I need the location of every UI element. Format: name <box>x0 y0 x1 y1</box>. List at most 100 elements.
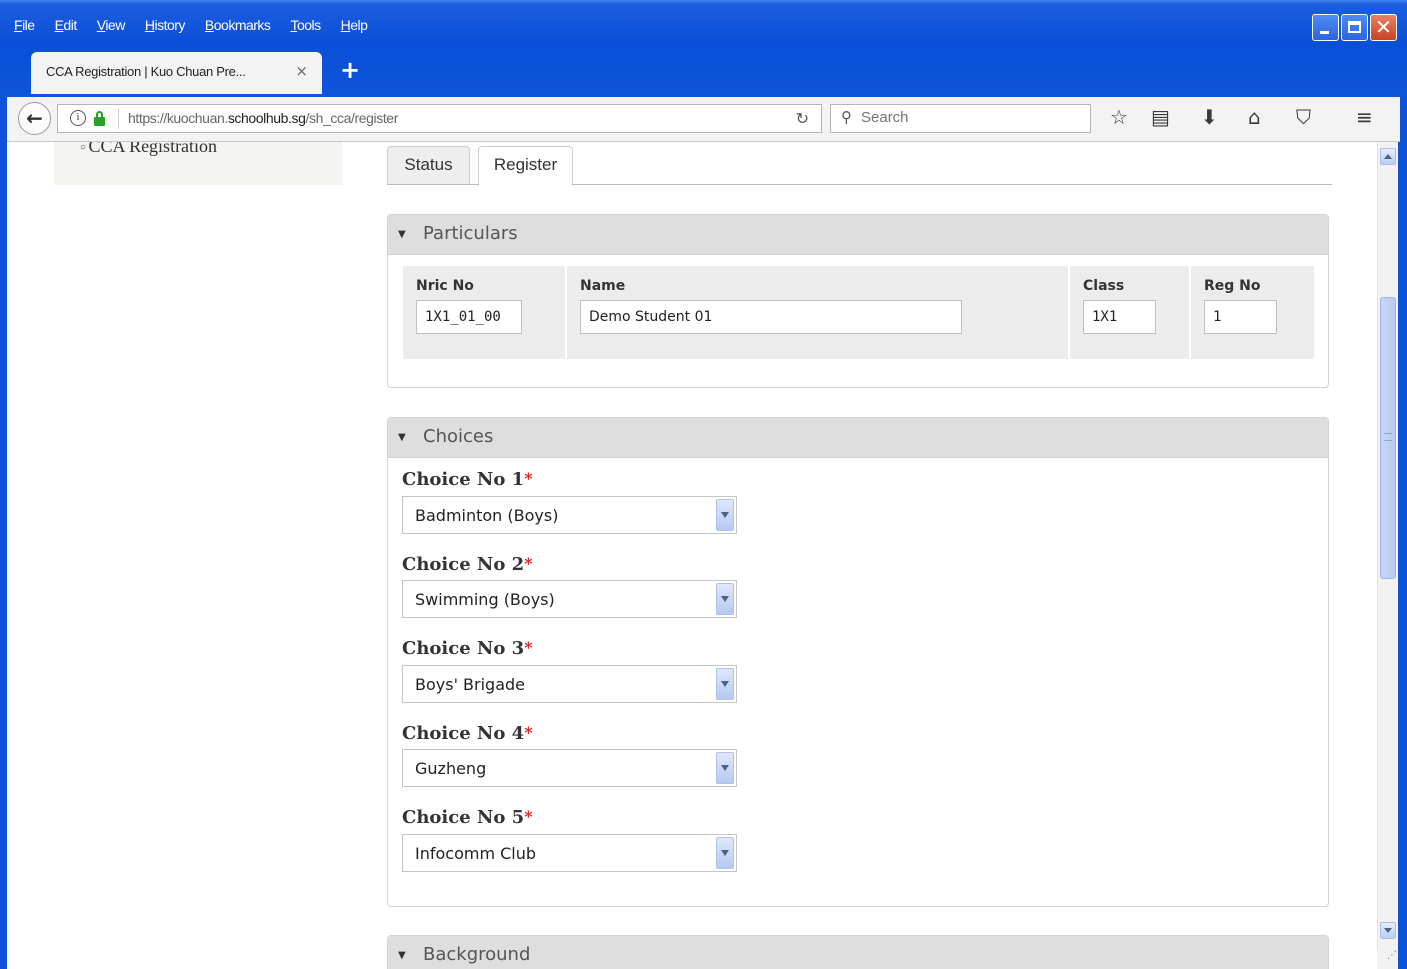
window-frame-left <box>0 97 7 969</box>
tab-close-icon[interactable]: × <box>295 62 308 80</box>
class-cell: Class <box>1070 266 1189 359</box>
maximize-icon <box>1348 21 1361 33</box>
lock-icon[interactable] <box>94 111 105 126</box>
browser-tab-active[interactable]: CCA Registration | Kuo Chuan Pre... × <box>31 52 322 94</box>
required-mark: * <box>524 638 533 657</box>
tab-status[interactable]: Status <box>387 146 470 184</box>
name-field[interactable] <box>580 300 962 334</box>
close-icon: ✕ <box>1375 15 1392 39</box>
choice-4-value: Guzheng <box>415 759 487 778</box>
scroll-down-icon[interactable] <box>1380 922 1396 939</box>
window-frame-right <box>1397 97 1407 969</box>
search-bar[interactable]: ⚲ <box>830 104 1091 133</box>
navigation-toolbar: ← i https://kuochuan.schoolhub.sg/sh_cca… <box>7 97 1400 142</box>
chevron-down-icon[interactable] <box>716 583 734 615</box>
bookmark-star-icon[interactable]: ☆ <box>1110 106 1128 128</box>
class-label: Class <box>1083 278 1125 294</box>
hamburger-menu-icon[interactable]: ≡ <box>1356 106 1373 128</box>
class-field[interactable] <box>1083 300 1156 334</box>
minimize-button[interactable] <box>1312 14 1339 41</box>
background-title: Background <box>423 944 531 965</box>
chevron-down-icon[interactable] <box>716 837 734 869</box>
menu-bar: File Edit View History Bookmarks Tools H… <box>14 14 387 36</box>
tab-title: CCA Registration | Kuo Chuan Pre... <box>46 64 246 79</box>
required-mark: * <box>524 469 533 488</box>
choice-2-value: Swimming (Boys) <box>415 590 555 609</box>
chevron-down-icon[interactable] <box>716 752 734 784</box>
resize-grip-icon[interactable]: ⋰ <box>1377 950 1397 969</box>
menu-edit[interactable]: Edit <box>55 14 78 36</box>
minimize-icon <box>1320 31 1329 34</box>
back-arrow-icon[interactable]: ← <box>18 102 51 135</box>
required-mark: * <box>524 807 533 826</box>
page-tabs: Status Register <box>387 146 1332 186</box>
search-icon: ⚲ <box>841 108 852 126</box>
required-mark: * <box>524 723 533 742</box>
nric-cell: Nric No <box>403 266 565 359</box>
name-cell: Name <box>567 266 1068 359</box>
background-panel: ▼ Background <box>387 935 1329 969</box>
choice-2-label: Choice No 2* <box>402 554 533 575</box>
menu-view[interactable]: View <box>97 14 126 36</box>
choice-4-select[interactable]: Guzheng <box>402 749 737 787</box>
choice-5-value: Infocomm Club <box>415 844 537 863</box>
nric-field[interactable] <box>416 300 522 334</box>
sidebar: CCA Registration <box>54 142 342 185</box>
choice-5-label: Choice No 5* <box>402 807 533 828</box>
home-icon[interactable]: ⌂ <box>1248 106 1261 128</box>
choice-4-label: Choice No 4* <box>402 723 533 744</box>
collapse-arrow-icon[interactable]: ▼ <box>398 428 406 448</box>
choice-1-value: Badminton (Boys) <box>415 506 559 525</box>
particulars-header[interactable]: ▼ Particulars <box>388 215 1328 255</box>
sidebar-item-cca-registration[interactable]: CCA Registration <box>80 142 218 157</box>
reload-icon[interactable]: ↻ <box>796 109 809 128</box>
url-text[interactable]: https://kuochuan.schoolhub.sg/sh_cca/reg… <box>128 110 398 126</box>
new-tab-button[interactable]: + <box>340 58 360 82</box>
vertical-scrollbar[interactable] <box>1377 142 1398 969</box>
choice-3-value: Boys' Brigade <box>415 675 526 694</box>
menu-bookmarks[interactable]: Bookmarks <box>205 14 271 36</box>
menu-file[interactable]: File <box>14 14 35 36</box>
regno-label: Reg No <box>1204 278 1261 294</box>
window-titlebar: File Edit View History Bookmarks Tools H… <box>0 0 1407 98</box>
menu-history[interactable]: History <box>145 14 186 36</box>
collapse-arrow-icon[interactable]: ▼ <box>398 946 406 966</box>
choice-3-label: Choice No 3* <box>402 638 533 659</box>
choices-title: Choices <box>423 426 494 447</box>
name-label: Name <box>580 278 626 294</box>
regno-field[interactable] <box>1204 300 1277 334</box>
tab-register[interactable]: Register <box>478 146 573 186</box>
scrollbar-thumb[interactable] <box>1380 297 1396 579</box>
chevron-down-icon[interactable] <box>716 668 734 700</box>
particulars-title: Particulars <box>423 223 518 244</box>
choices-panel: ▼ Choices Choice No 1* Badminton (Boys) … <box>387 417 1329 907</box>
required-mark: * <box>524 554 533 573</box>
background-header[interactable]: ▼ Background <box>388 936 1328 969</box>
reading-list-icon[interactable]: ▤ <box>1151 106 1170 128</box>
search-input[interactable] <box>861 109 1081 126</box>
url-separator <box>118 109 119 129</box>
choice-1-select[interactable]: Badminton (Boys) <box>402 496 737 534</box>
collapse-arrow-icon[interactable]: ▼ <box>398 225 406 245</box>
chevron-down-icon[interactable] <box>716 499 734 531</box>
pocket-icon[interactable]: ⛉ <box>1296 106 1311 128</box>
close-window-button[interactable]: ✕ <box>1370 14 1397 41</box>
nric-label: Nric No <box>416 278 474 294</box>
choice-5-select[interactable]: Infocomm Club <box>402 834 737 872</box>
particulars-row: Nric No Name Class Reg No <box>403 266 1314 359</box>
menu-tools[interactable]: Tools <box>290 14 321 36</box>
url-bar[interactable]: i https://kuochuan.schoolhub.sg/sh_cca/r… <box>57 104 822 133</box>
scroll-grip-icon <box>1384 433 1392 441</box>
choice-3-select[interactable]: Boys' Brigade <box>402 665 737 703</box>
maximize-button[interactable] <box>1341 14 1368 41</box>
download-icon[interactable]: ⬇ <box>1201 106 1218 128</box>
regno-cell: Reg No <box>1191 266 1314 359</box>
choice-2-select[interactable]: Swimming (Boys) <box>402 580 737 618</box>
choice-1-label: Choice No 1* <box>402 469 533 490</box>
window-controls: ✕ <box>1312 14 1397 41</box>
page-viewport: CCA Registration Status Register ▼ Parti… <box>7 142 1377 969</box>
choices-header[interactable]: ▼ Choices <box>388 418 1328 458</box>
scroll-up-icon[interactable] <box>1380 148 1396 165</box>
menu-help[interactable]: Help <box>341 14 368 36</box>
info-icon[interactable]: i <box>70 110 86 126</box>
